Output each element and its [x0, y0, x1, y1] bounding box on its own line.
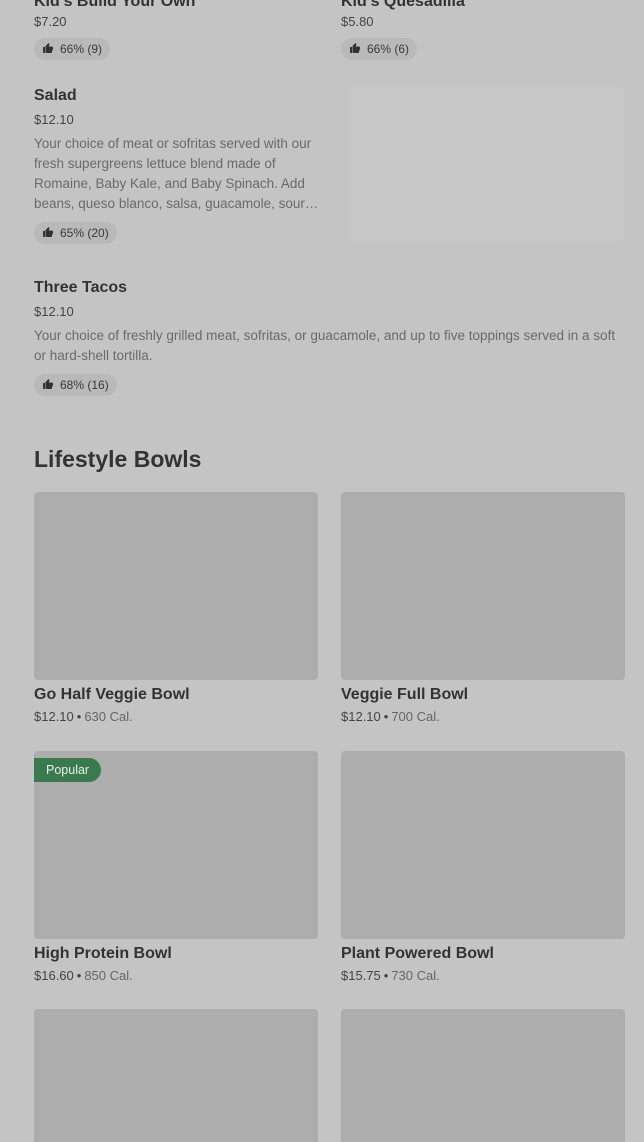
- thumbs-up-icon: [42, 378, 54, 393]
- section-title: Lifestyle Bowls: [34, 446, 202, 472]
- bowl-calories: 700 Cal.: [391, 709, 440, 724]
- bowl-card[interactable]: Go Half Veggie Bowl $12.10 • 630 Cal.: [34, 492, 318, 725]
- bowl-image: [34, 492, 318, 680]
- item-description: Your choice of freshly grilled meat, sof…: [34, 328, 616, 363]
- item-price: $7.20: [34, 14, 67, 29]
- bowl-card[interactable]: Veggie Full Bowl $12.10 • 700 Cal.: [341, 492, 625, 725]
- item-price: $12.10: [34, 112, 74, 127]
- bowl-calories: 630 Cal.: [84, 709, 133, 724]
- thumbs-up-icon: [42, 42, 54, 57]
- rating-badge: 65% (20): [34, 222, 117, 244]
- bowl-image: [341, 1009, 625, 1142]
- item-name: Three Tacos: [34, 279, 128, 296]
- thumbs-up-icon: [42, 226, 54, 241]
- rating-badge: 66% (6): [341, 38, 418, 60]
- item-name: Kid's Build Your Own: [34, 0, 196, 10]
- thumbs-up-icon: [349, 42, 361, 57]
- item-name: Salad: [34, 87, 77, 104]
- meta-separator: •: [76, 968, 82, 983]
- salad-image[interactable]: [348, 86, 624, 242]
- rating-text: 66% (6): [367, 42, 410, 56]
- bowl-name: Go Half Veggie Bowl: [34, 686, 190, 703]
- salad-item[interactable]: Salad $12.10 Your choice of meat or sofr…: [34, 86, 332, 244]
- bowl-name: High Protein Bowl: [34, 945, 172, 962]
- bowl-meta: $12.10 • 630 Cal.: [34, 709, 318, 725]
- three-tacos-item[interactable]: Three Tacos $12.10 Your choice of freshl…: [34, 278, 624, 396]
- meta-separator: •: [76, 709, 82, 724]
- rating-badge: 66% (9): [34, 38, 111, 60]
- item-name: Kid's Quesadilla: [341, 0, 465, 10]
- rating-text: 65% (20): [60, 226, 109, 240]
- rating-text: 68% (16): [60, 378, 109, 392]
- bowl-card[interactable]: [34, 1009, 318, 1142]
- item-description: Your choice of meat or sofritas served w…: [34, 136, 319, 211]
- bowl-calories: 730 Cal.: [391, 968, 440, 983]
- bowl-image: [341, 751, 625, 939]
- bowl-image: [34, 1009, 318, 1142]
- menu-page: Kid's Build Your Own $7.20 66% (9) Kid's…: [0, 0, 644, 1142]
- bowl-price: $15.75: [341, 968, 381, 983]
- rating-text: 66% (9): [60, 42, 103, 56]
- bowl-image: Popular: [34, 751, 318, 939]
- bowl-name: Plant Powered Bowl: [341, 945, 494, 962]
- bowl-calories: 850 Cal.: [84, 968, 133, 983]
- bowl-meta: $16.60 • 850 Cal.: [34, 968, 318, 984]
- bowl-meta: $12.10 • 700 Cal.: [341, 709, 625, 725]
- item-price: $12.10: [34, 304, 74, 319]
- bowl-meta: $15.75 • 730 Cal.: [341, 968, 625, 984]
- item-price: $5.80: [341, 14, 374, 29]
- bowl-card[interactable]: [341, 1009, 625, 1142]
- bowl-image: [341, 492, 625, 680]
- bowl-price: $12.10: [341, 709, 381, 724]
- popular-badge: Popular: [34, 758, 102, 782]
- rating-badge: 68% (16): [34, 374, 117, 396]
- bowl-price: $12.10: [34, 709, 74, 724]
- kids-quesadilla-card[interactable]: Kid's Quesadilla $5.80 66% (6): [341, 0, 621, 60]
- bowl-card[interactable]: Plant Powered Bowl $15.75 • 730 Cal.: [341, 751, 625, 984]
- meta-separator: •: [383, 709, 389, 724]
- meta-separator: •: [383, 968, 389, 983]
- bowl-card[interactable]: Popular High Protein Bowl $16.60 • 850 Cal…: [34, 751, 318, 984]
- bowl-price: $16.60: [34, 968, 74, 983]
- kids-build-your-own-card[interactable]: Kid's Build Your Own $7.20 66% (9): [34, 0, 314, 60]
- bowl-name: Veggie Full Bowl: [341, 686, 469, 703]
